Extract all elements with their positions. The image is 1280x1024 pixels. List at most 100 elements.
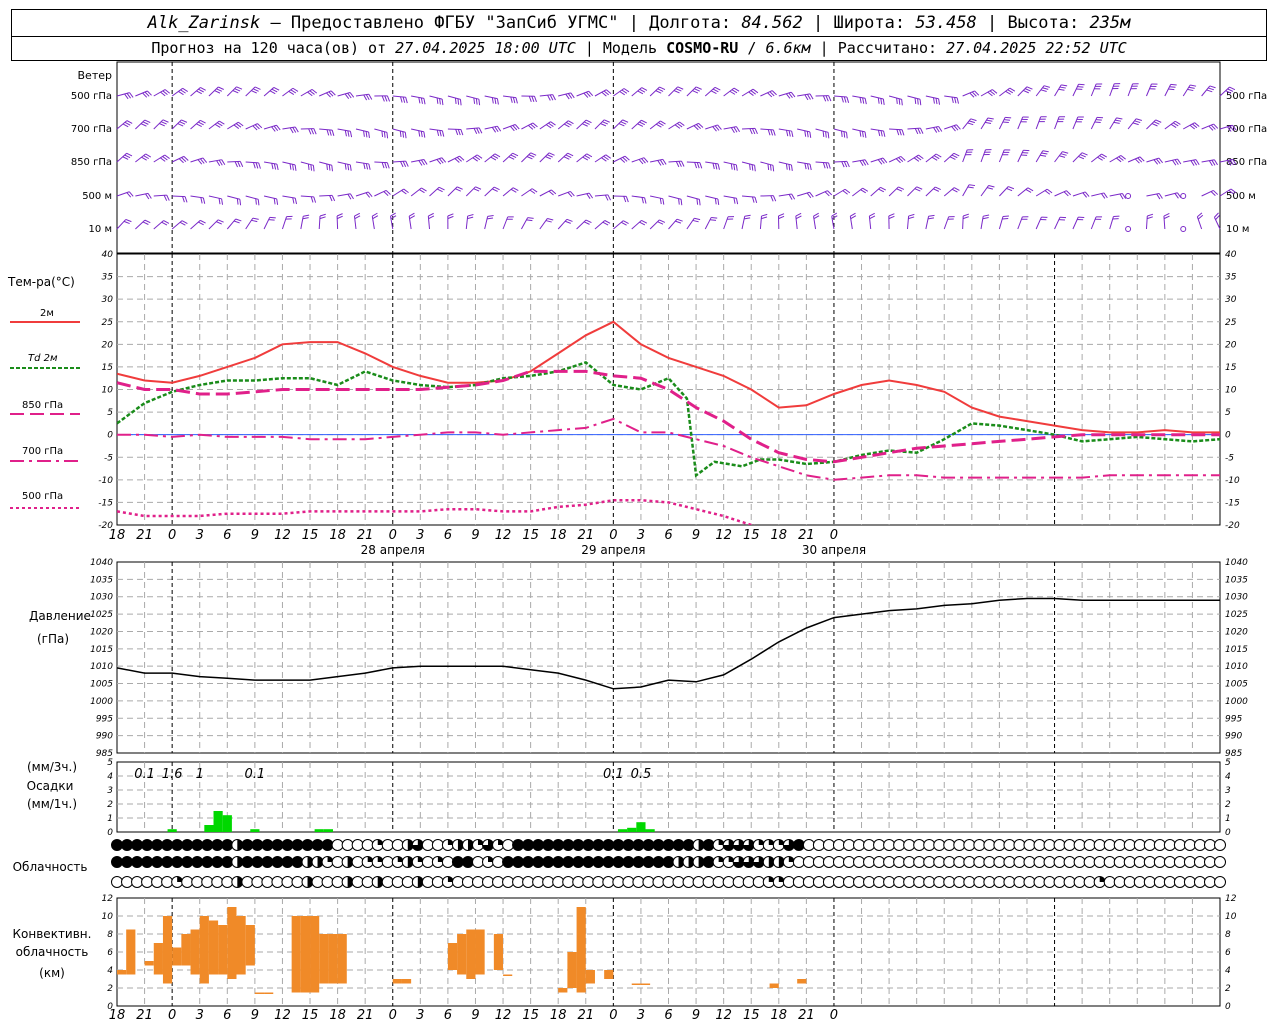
wind-barb-feather (827, 132, 830, 139)
cloud-circle (1173, 856, 1186, 868)
cloud-circle (341, 839, 354, 851)
wind-barb-staff (374, 161, 388, 164)
pressure-panel-ytick-left: 1015 (90, 645, 113, 655)
wind-barb-icon (797, 191, 814, 199)
wind-barb-feather (454, 97, 457, 105)
wind-barb-feather (457, 98, 460, 105)
conv-cloud-bar (199, 916, 209, 984)
wind-barb-icon (558, 92, 575, 100)
wind-barb-staff (797, 128, 810, 133)
wind-barb-feather (761, 216, 768, 220)
wind-barb-staff (962, 184, 970, 197)
cloud-circle (1073, 839, 1086, 851)
wind-barb-feather (329, 195, 333, 202)
wind-barb-feather (313, 128, 317, 135)
cloud-circle (953, 839, 966, 851)
conv-cloud-bar (558, 988, 568, 993)
cloud-circle (482, 876, 495, 888)
wind-barb-staff (797, 161, 811, 165)
wind-barb-feather (163, 220, 170, 224)
wind-barb-feather (951, 96, 954, 104)
cloud-cover-icon (111, 856, 123, 868)
wind-barb-feather (1005, 116, 1012, 119)
wind-barb-feather (733, 164, 736, 171)
cloud-cover-icon (1023, 839, 1036, 851)
temp-panel-ytick-right: 15 (1225, 363, 1237, 373)
wind-barb-feather (709, 219, 717, 221)
wind-barb-feather (1209, 85, 1216, 89)
wind-panel-frame (116, 61, 1221, 254)
day-label: 28 апреля (361, 543, 425, 557)
wind-barb-icon (171, 155, 189, 164)
cloud-cover-icon (953, 856, 966, 868)
wind-barb-feather (214, 123, 221, 128)
cloud-cover-icon (261, 876, 274, 888)
wind-barb-feather (1040, 154, 1047, 157)
precip-unit-bottom: (мм/1ч.) (27, 797, 77, 811)
wind-barb-staff (962, 215, 964, 230)
wind-barb-feather (908, 213, 915, 217)
cloud-cover-icon (221, 839, 234, 851)
wind-barb-feather (563, 156, 570, 160)
wind-barb-feather (917, 128, 921, 134)
wind-barb-icon (813, 212, 820, 230)
conv-cloud-bar (153, 943, 163, 975)
precip-bar (617, 829, 628, 832)
cloud-circle (542, 856, 555, 868)
cloud-cover-icon (812, 839, 825, 851)
cloud-circle (1173, 839, 1186, 851)
calm-wind-icon (1180, 226, 1187, 232)
wind-barb-feather (428, 212, 434, 217)
pressure-panel-ytick-right: 995 (1225, 714, 1242, 724)
wind-barb-feather (659, 198, 662, 205)
wind-barb-feather (144, 119, 151, 124)
cloud-cover-icon (161, 876, 174, 888)
wind-barb-feather (368, 131, 370, 139)
cloud-circle (141, 876, 154, 888)
cloud-circle (1123, 839, 1136, 851)
wind-barb-icon (649, 219, 666, 230)
wind-barb-icon (852, 159, 869, 167)
cloud-cover-icon (261, 839, 274, 851)
cloud-circle (441, 856, 454, 868)
wind-barb-feather (563, 123, 570, 128)
wind-barb-feather (289, 127, 294, 134)
cloud-circle (662, 876, 675, 888)
wind-barb-staff (465, 216, 469, 230)
cloud-circle (1013, 876, 1026, 888)
cloud-circle (1043, 839, 1056, 851)
wind-barb-staff (705, 195, 719, 200)
cloud-circle (532, 856, 545, 868)
cloud-cover-icon (943, 839, 956, 851)
cloud-cover-icon (562, 839, 575, 851)
cloud-circle (522, 856, 535, 868)
conv-cloud-bar (254, 992, 265, 994)
wind-barb-icon (337, 161, 352, 171)
wind-barb-icon (190, 219, 206, 230)
cloud-circle (1123, 856, 1136, 868)
cloud-circle (682, 876, 695, 888)
wind-barb-icon (263, 161, 279, 171)
wind-barb-feather (145, 193, 150, 200)
wind-barb-staff (502, 187, 514, 197)
cloud-cover-icon (111, 876, 123, 888)
cloud-cover-icon (873, 876, 886, 888)
wind-barb-staff (521, 188, 533, 197)
wind-barb-feather (202, 197, 206, 204)
cloud-cover-icon (151, 839, 164, 851)
wind-barb-icon (353, 212, 361, 230)
cloud-cover-icon (552, 856, 565, 868)
cloud-circle (431, 876, 444, 888)
cloud-cover-icon (873, 856, 886, 868)
wind-barb-feather (949, 156, 956, 160)
wind-barb-feather (1119, 193, 1124, 200)
wind-barb-icon (502, 124, 520, 132)
wind-barb-icon (778, 161, 793, 171)
wind-barb-feather (710, 90, 717, 94)
wind-barb-feather (582, 123, 588, 127)
wind-barb-icon (171, 87, 188, 97)
wind-barb-feather (1146, 216, 1153, 220)
cloud-cover-icon (311, 839, 324, 851)
temp-panel-ytick-right: -15 (1225, 498, 1240, 508)
wind-barb-feather (736, 126, 741, 133)
